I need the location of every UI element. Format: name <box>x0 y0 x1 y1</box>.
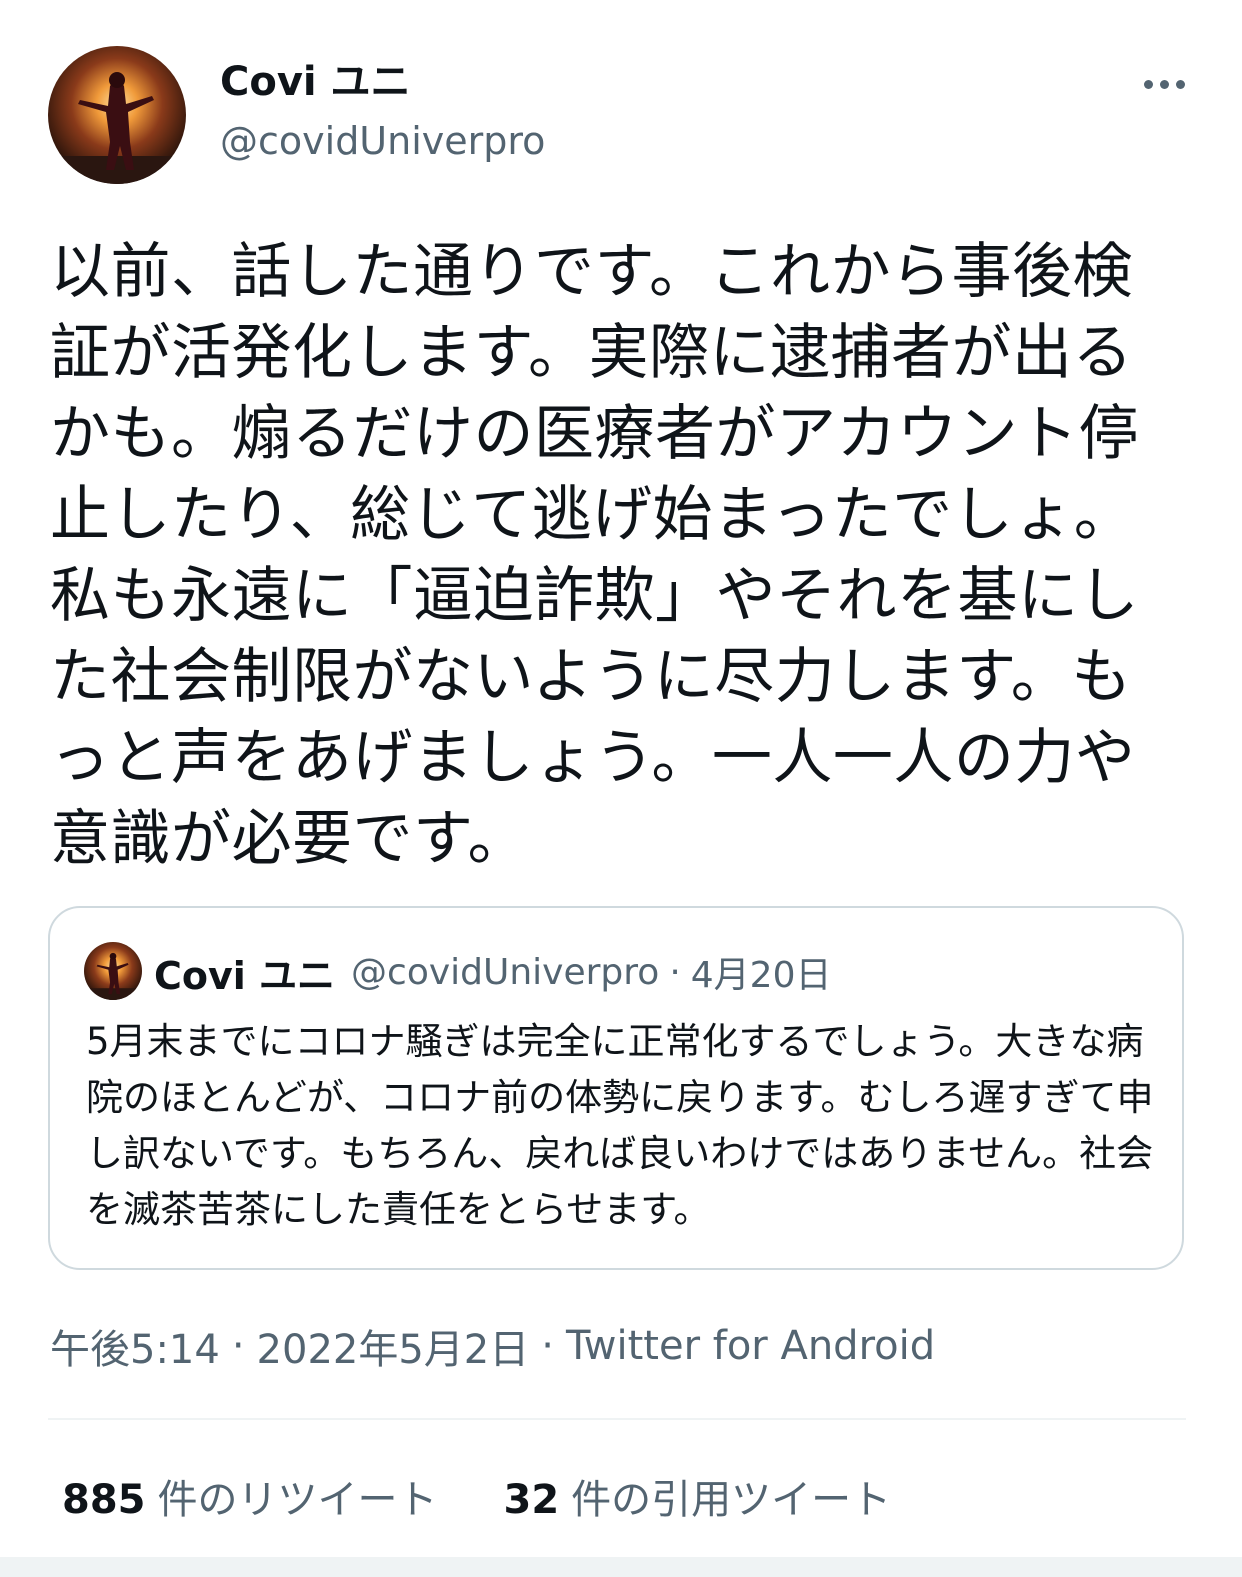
divider <box>48 1418 1186 1420</box>
meta-separator: · <box>541 1323 554 1369</box>
more-horizontal-icon-dot <box>1175 79 1185 89</box>
retweets-label: 件のリツイート <box>157 1477 438 1523</box>
tweet-text: 以前、話した通りです。これから事後検証が活発化します。実際に逮捕者が出るかも。煽… <box>50 237 1139 874</box>
retweets-count: 885 <box>62 1477 146 1523</box>
author-handle[interactable]: @covidUniverpro <box>220 116 545 166</box>
quoted-tweet-date: 4月20日 <box>690 955 832 996</box>
bottom-divider <box>0 1557 1242 1577</box>
tweet-meta: 午後5:14 · 2022年5月2日 · Twitter for Android <box>50 1318 935 1374</box>
engagement-stats: 885 件のリツイート 32 件の引用ツイート <box>62 1466 891 1526</box>
quoted-tweet-separator: · <box>669 951 681 993</box>
meta-separator: · <box>231 1323 245 1369</box>
more-horizontal-icon-dot <box>1159 79 1169 89</box>
tweet-source-link[interactable]: Twitter for Android <box>566 1323 935 1369</box>
tweet-time[interactable]: 午後5:14 <box>50 1317 220 1375</box>
quoted-author-display-name: Covi ユニ <box>154 953 336 998</box>
quote-tweets-label: 件の引用ツイート <box>571 1477 892 1523</box>
avatar-image <box>48 46 186 184</box>
author-avatar[interactable] <box>48 46 186 184</box>
more-options-button[interactable] <box>1134 62 1194 106</box>
quoted-tweet-header: Covi ユニ @covidUniverpro · 4月20日 <box>154 944 832 1000</box>
quote-tweets-stat[interactable]: 32 件の引用ツイート <box>504 1467 892 1525</box>
quoted-author-avatar <box>84 942 142 1000</box>
quoted-author-handle: @covidUniverpro <box>351 951 660 993</box>
quoted-tweet-card[interactable]: Covi ユニ @covidUniverpro · 4月20日 5月末までにコロ… <box>48 906 1184 1270</box>
tweet-date[interactable]: 2022年5月2日 <box>257 1317 530 1375</box>
quote-tweets-count: 32 <box>503 1477 560 1523</box>
more-horizontal-icon <box>1143 79 1153 89</box>
author-display-name[interactable]: Covi ユニ <box>220 56 411 108</box>
quoted-tweet-text: 5月末までにコロナ騒ぎは完全に正常化するでしょう。大きな病院のほとんどが、コロナ… <box>86 1020 1154 1231</box>
retweets-stat[interactable]: 885 件のリツイート <box>62 1467 438 1525</box>
avatar-image <box>84 942 142 1000</box>
